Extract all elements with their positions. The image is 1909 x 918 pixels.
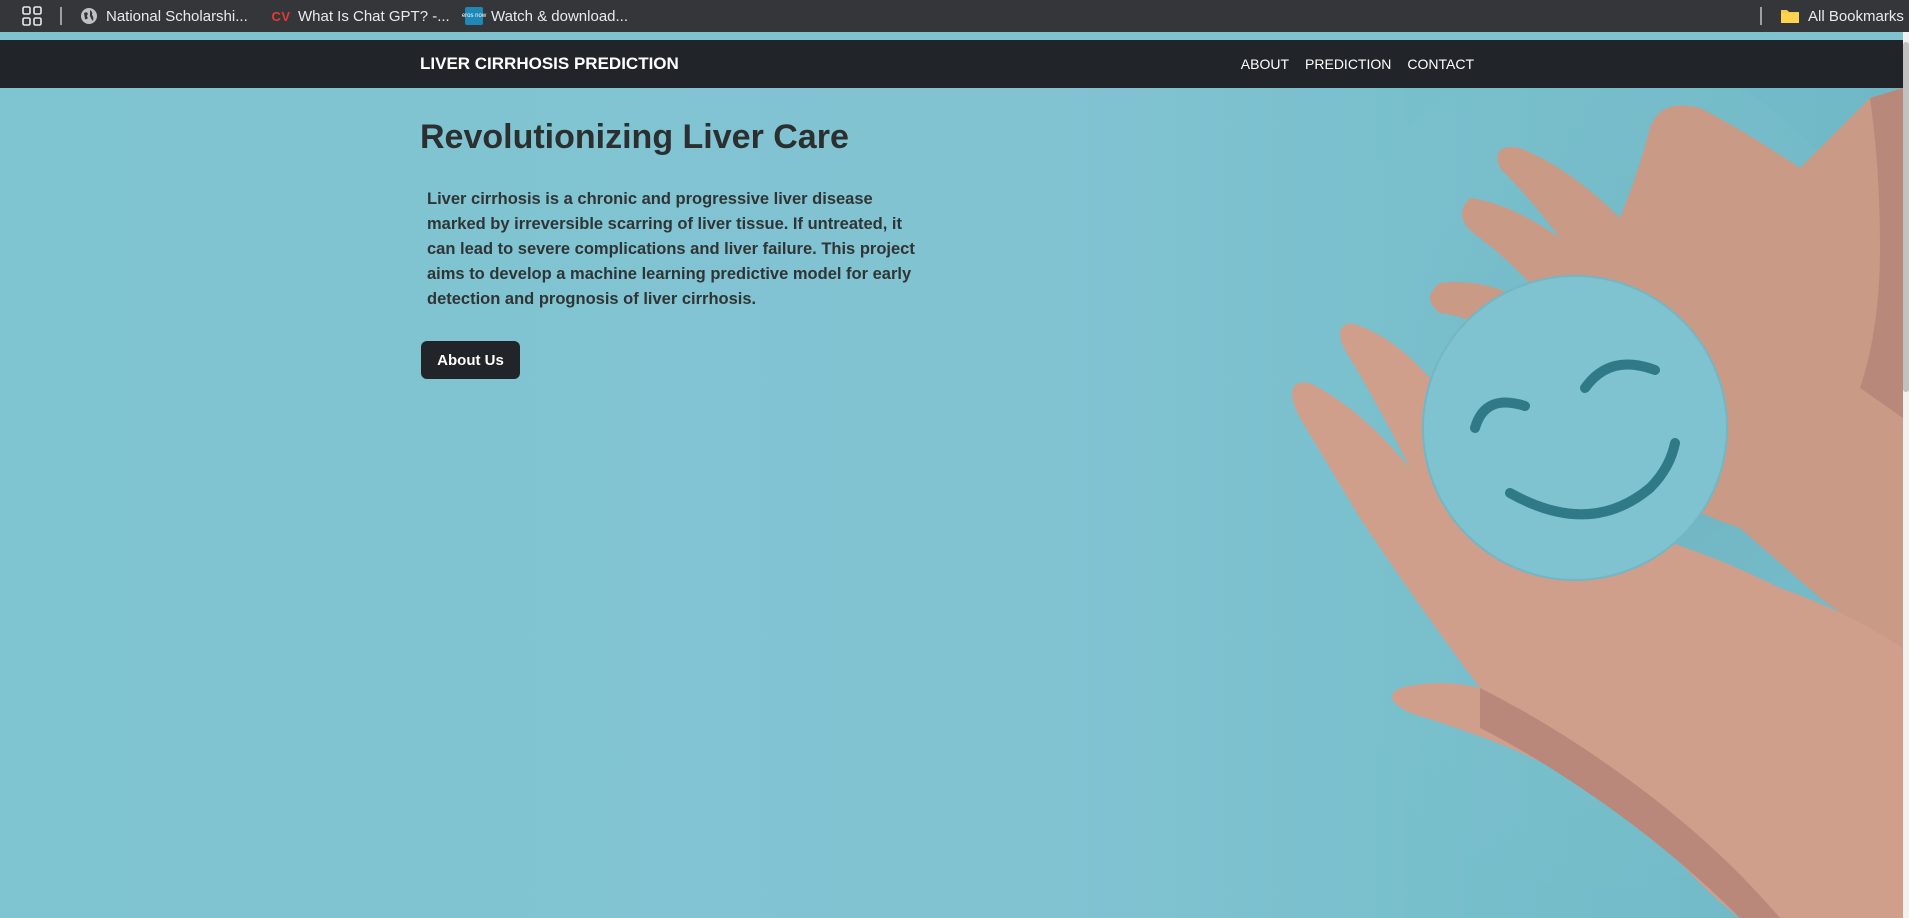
hero-description: Liver cirrhosis is a chronic and progres…: [427, 190, 915, 308]
hands-holding-smiley-face-icon: [1270, 88, 1903, 918]
about-us-button[interactable]: About Us: [421, 341, 520, 379]
hero-title: Revolutionizing Liver Care: [420, 118, 849, 156]
all-bookmarks-button[interactable]: All Bookmarks: [1780, 0, 1904, 32]
bookmark-national-scholarship[interactable]: National Scholarshi...: [80, 0, 248, 32]
nav-link-contact[interactable]: CONTACT: [1407, 40, 1474, 88]
cv-icon: CV: [271, 8, 291, 24]
globe-icon: [80, 7, 98, 25]
bookmark-watch-download[interactable]: eros now Watch & download...: [462, 0, 629, 32]
folder-icon: [1781, 10, 1799, 23]
nav-links: ABOUT PREDICTION CONTACT: [1241, 40, 1474, 88]
scrollbar-thumb[interactable]: [1903, 42, 1909, 392]
bookmark-label: National Scholarshi...: [106, 7, 248, 25]
navbar: LIVER CIRRHOSIS PREDICTION ABOUT PREDICT…: [0, 40, 1909, 88]
bookmarks-bar: National Scholarshi... CV What Is Chat G…: [0, 0, 1909, 32]
bookmarks-divider: [1760, 7, 1762, 25]
navbar-brand[interactable]: LIVER CIRRHOSIS PREDICTION: [420, 40, 679, 88]
bookmark-label: What Is Chat GPT? -...: [298, 7, 450, 25]
all-bookmarks-label: All Bookmarks: [1808, 7, 1904, 25]
bookmark-chat-gpt[interactable]: CV What Is Chat GPT? -...: [271, 0, 450, 32]
hero-section: Revolutionizing Liver Care Liver cirrhos…: [0, 88, 1903, 918]
nav-link-prediction[interactable]: PREDICTION: [1305, 40, 1391, 88]
nav-link-about[interactable]: ABOUT: [1241, 40, 1289, 88]
apps-grid-icon[interactable]: [22, 6, 42, 26]
bookmarks-divider: [60, 7, 62, 25]
bookmark-label: Watch & download...: [491, 7, 629, 25]
eros-now-icon: eros now: [462, 7, 486, 25]
page-scrollbar[interactable]: [1903, 32, 1909, 918]
